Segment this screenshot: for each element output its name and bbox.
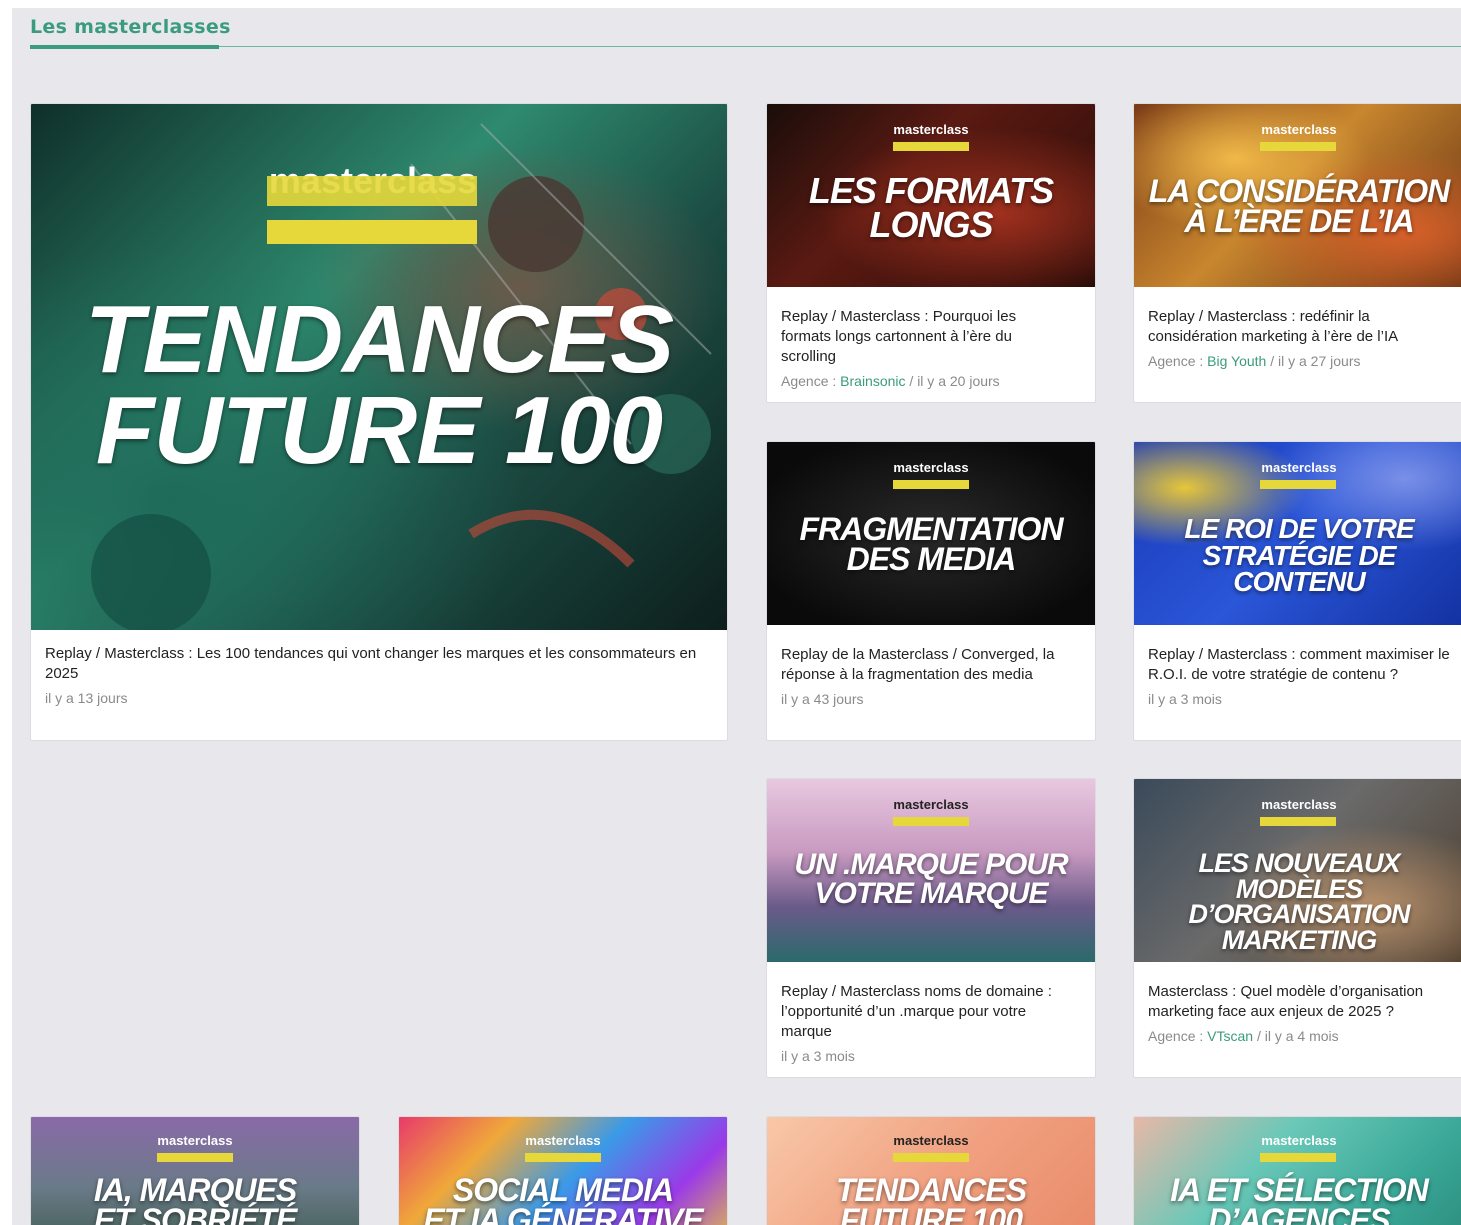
masterclass-card[interactable]: masterclass SOCIAL MEDIA ET IA GÉNÉRATIV… bbox=[398, 1116, 728, 1225]
masterclass-badge: masterclass bbox=[893, 122, 969, 137]
masterclass-badge: masterclass bbox=[525, 1133, 601, 1148]
card-headline: TENDANCES FUTURE 100 bbox=[835, 1172, 1027, 1225]
masterclass-badge: masterclass bbox=[157, 1133, 233, 1148]
page: Les masterclasses masterclass TENDANCES … bbox=[12, 8, 1461, 1225]
card-title[interactable]: Replay / Masterclass : comment maximiser… bbox=[1148, 645, 1453, 685]
card-headline: IA ET SÉLECTION D’AGENCES bbox=[1170, 1172, 1429, 1225]
card-time: / il y a 4 mois bbox=[1253, 1028, 1339, 1044]
masterclass-card[interactable]: masterclass LE ROI DE VOTRE STRATÉGIE DE… bbox=[1133, 441, 1461, 741]
card-title[interactable]: Replay de la Masterclass / Converged, la… bbox=[781, 645, 1071, 685]
badge-bar bbox=[1260, 480, 1336, 489]
card-thumbnail[interactable]: masterclass LES NOUVEAUX MODÈLES D’ORGAN… bbox=[1134, 779, 1461, 962]
card-meta: il y a 13 jours bbox=[45, 690, 713, 706]
card-thumbnail[interactable]: masterclass TENDANCES FUTURE 100 bbox=[31, 104, 727, 630]
masterclass-badge: masterclass bbox=[1261, 1133, 1337, 1148]
card-meta: Agence : Big Youth / il y a 27 jours bbox=[1148, 353, 1458, 369]
agency-prefix: Agence : bbox=[1148, 1028, 1208, 1044]
card-headline: FRAGMENTATION DES MEDIA bbox=[799, 511, 1063, 578]
card-thumbnail[interactable]: masterclass LE ROI DE VOTRE STRATÉGIE DE… bbox=[1134, 442, 1461, 625]
card-thumbnail[interactable]: masterclass IA ET SÉLECTION D’AGENCES bbox=[1134, 1117, 1461, 1225]
agency-prefix: Agence : bbox=[1148, 353, 1208, 369]
badge-bar bbox=[1260, 1153, 1336, 1162]
card-headline: TENDANCES FUTURE 100 bbox=[84, 286, 674, 485]
masterclass-card[interactable]: masterclass IA, MARQUES ET SOBRIÉTÉ bbox=[30, 1116, 360, 1225]
masterclass-badge: masterclass bbox=[1261, 122, 1337, 137]
card-meta: il y a 3 mois bbox=[1148, 691, 1458, 707]
masterclass-badge: masterclass bbox=[893, 797, 969, 812]
card-time: / il y a 20 jours bbox=[905, 373, 1000, 389]
badge-bar bbox=[1260, 817, 1336, 826]
card-time: il y a 3 mois bbox=[781, 1048, 855, 1064]
section-title: Les masterclasses bbox=[30, 16, 231, 38]
card-thumbnail[interactable]: masterclass UN .MARQUE POUR VOTRE MARQUE bbox=[767, 779, 1095, 962]
masterclass-badge: masterclass bbox=[893, 1133, 969, 1148]
card-thumbnail[interactable]: masterclass TENDANCES FUTURE 100 bbox=[767, 1117, 1095, 1225]
masterclass-card[interactable]: masterclass TENDANCES FUTURE 100 bbox=[766, 1116, 1096, 1225]
card-title[interactable]: Replay / Masterclass : redéfinir la cons… bbox=[1148, 307, 1428, 347]
badge-bar-top bbox=[267, 176, 477, 206]
card-time: il y a 13 jours bbox=[45, 690, 128, 706]
card-meta: Agence : Brainsonic / il y a 20 jours bbox=[781, 373, 1081, 389]
card-headline: IA, MARQUES ET SOBRIÉTÉ bbox=[93, 1172, 297, 1225]
section-divider bbox=[30, 46, 1461, 47]
badge-bar bbox=[525, 1153, 601, 1162]
badge-bar bbox=[893, 817, 969, 826]
badge-bar bbox=[893, 480, 969, 489]
masterclass-card[interactable]: masterclass IA ET SÉLECTION D’AGENCES bbox=[1133, 1116, 1461, 1225]
card-time: il y a 3 mois bbox=[1148, 691, 1222, 707]
card-headline: UN .MARQUE POUR VOTRE MARQUE bbox=[794, 848, 1068, 910]
masterclass-badge: masterclass bbox=[1261, 797, 1337, 812]
masterclass-card[interactable]: masterclass LES NOUVEAUX MODÈLES D’ORGAN… bbox=[1133, 778, 1461, 1078]
card-time: / il y a 27 jours bbox=[1266, 353, 1361, 369]
card-title[interactable]: Replay / Masterclass noms de domaine : l… bbox=[781, 982, 1071, 1042]
card-thumbnail[interactable]: masterclass LA CONSIDÉRATION À L’ÈRE DE … bbox=[1134, 104, 1461, 287]
masterclass-card-featured[interactable]: masterclass TENDANCES FUTURE 100 Replay … bbox=[30, 103, 728, 741]
masterclass-card[interactable]: masterclass UN .MARQUE POUR VOTRE MARQUE… bbox=[766, 778, 1096, 1078]
card-time: il y a 43 jours bbox=[781, 691, 864, 707]
card-title[interactable]: Masterclass : Quel modèle d’organisation… bbox=[1148, 982, 1448, 1022]
card-meta: il y a 43 jours bbox=[781, 691, 1081, 707]
card-thumbnail[interactable]: masterclass IA, MARQUES ET SOBRIÉTÉ bbox=[31, 1117, 359, 1225]
card-thumbnail[interactable]: masterclass FRAGMENTATION DES MEDIA bbox=[767, 442, 1095, 625]
card-headline: LES NOUVEAUX MODÈLES D’ORGANISATION MARK… bbox=[1188, 848, 1411, 955]
card-thumbnail[interactable]: masterclass LES FORMATS LONGS bbox=[767, 104, 1095, 287]
card-headline: LA CONSIDÉRATION À L’ÈRE DE L’IA bbox=[1148, 173, 1450, 240]
masterclass-badge: masterclass bbox=[893, 460, 969, 475]
card-thumbnail[interactable]: masterclass SOCIAL MEDIA ET IA GÉNÉRATIV… bbox=[399, 1117, 727, 1225]
masterclass-badge: masterclass bbox=[1261, 460, 1337, 475]
card-meta: il y a 3 mois bbox=[781, 1048, 1081, 1064]
badge-bar bbox=[893, 1153, 969, 1162]
badge-bar bbox=[893, 142, 969, 151]
section-divider-accent bbox=[30, 45, 219, 49]
masterclass-card[interactable]: masterclass FRAGMENTATION DES MEDIA Repl… bbox=[766, 441, 1096, 741]
agency-link[interactable]: Brainsonic bbox=[840, 373, 905, 389]
agency-link[interactable]: VTscan bbox=[1207, 1028, 1253, 1044]
card-title[interactable]: Replay / Masterclass : Pourquoi les form… bbox=[781, 307, 1031, 367]
card-title[interactable]: Replay / Masterclass : Les 100 tendances… bbox=[45, 644, 713, 684]
badge-bar-bottom bbox=[267, 220, 477, 244]
badge-bar bbox=[157, 1153, 233, 1162]
card-headline: SOCIAL MEDIA ET IA GÉNÉRATIVE bbox=[423, 1172, 703, 1225]
masterclass-card[interactable]: masterclass LES FORMATS LONGS Replay / M… bbox=[766, 103, 1096, 403]
masterclass-card[interactable]: masterclass LA CONSIDÉRATION À L’ÈRE DE … bbox=[1133, 103, 1461, 403]
badge-bar bbox=[1260, 142, 1336, 151]
card-headline: LES FORMATS LONGS bbox=[808, 170, 1054, 246]
agency-link[interactable]: Big Youth bbox=[1207, 353, 1266, 369]
card-headline: LE ROI DE VOTRE STRATÉGIE DE CONTENU bbox=[1184, 513, 1414, 598]
card-meta: Agence : VTscan / il y a 4 mois bbox=[1148, 1028, 1458, 1044]
agency-prefix: Agence : bbox=[781, 373, 841, 389]
